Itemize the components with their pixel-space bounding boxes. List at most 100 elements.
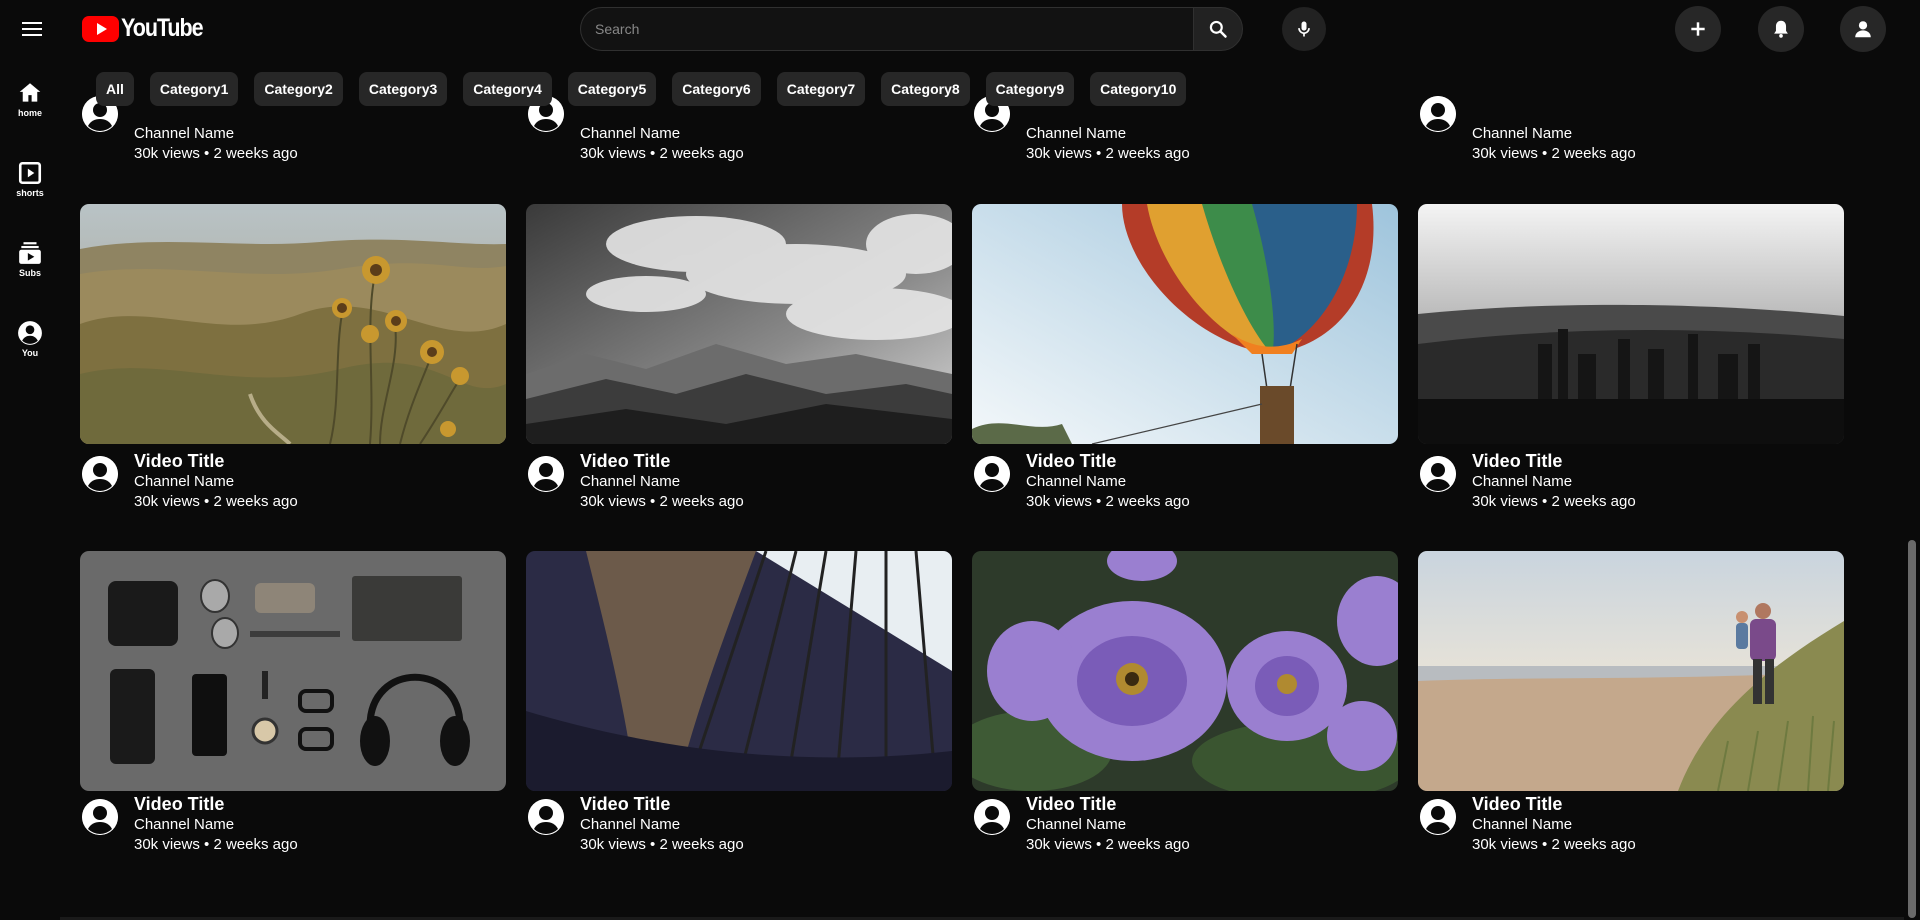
- video-thumbnail-mountain-thistle[interactable]: [80, 204, 506, 444]
- channel-name[interactable]: Channel Name: [1472, 815, 1636, 835]
- subscriptions-icon: [19, 242, 41, 264]
- account-icon: [1420, 96, 1456, 132]
- video-card[interactable]: Video Title Channel Name 30k views • 2 w…: [80, 551, 506, 853]
- chip-category5[interactable]: Category5: [567, 72, 657, 106]
- thumbnail-image: [526, 204, 952, 444]
- menu-button[interactable]: [17, 16, 47, 42]
- video-title[interactable]: Video Title: [134, 793, 298, 815]
- search-bar: [580, 7, 1243, 51]
- search-icon: [1209, 20, 1227, 38]
- thumbnail-image: [1418, 204, 1844, 444]
- chip-category8[interactable]: Category8: [881, 72, 970, 106]
- bell-icon: [1774, 20, 1788, 38]
- video-card[interactable]: Video Title Channel Name 30k views • 2 w…: [972, 204, 1398, 510]
- video-thumbnail-hot-air-balloon[interactable]: [972, 204, 1398, 444]
- video-card[interactable]: Video Title Channel Name 30k views • 2 w…: [526, 204, 952, 510]
- video-title[interactable]: Video Title: [1026, 793, 1190, 815]
- channel-name[interactable]: Channel Name: [1472, 472, 1636, 492]
- channel-name[interactable]: Channel Name: [1026, 815, 1190, 835]
- create-button[interactable]: [1675, 6, 1721, 52]
- video-stats: 30k views • 2 weeks ago: [1472, 493, 1636, 510]
- video-title[interactable]: Video Title: [1472, 450, 1636, 472]
- search-button[interactable]: [1193, 7, 1243, 51]
- video-title[interactable]: Video Title: [1026, 450, 1190, 472]
- user-icon: [1855, 21, 1871, 38]
- video-card[interactable]: Video Title Channel Name 30k views • 2 w…: [80, 204, 506, 510]
- thumbnail-image: [80, 204, 506, 444]
- account-icon: [18, 321, 42, 345]
- channel-name[interactable]: Channel Name: [1026, 124, 1190, 144]
- channel-avatar[interactable]: [528, 456, 564, 492]
- logo-text: YouTube: [121, 14, 204, 42]
- channel-avatar[interactable]: [1420, 456, 1456, 492]
- channel-name[interactable]: Channel Name: [580, 815, 744, 835]
- video-thumbnail-petunias[interactable]: [972, 551, 1398, 791]
- sidebar-item-home[interactable]: home: [5, 80, 55, 144]
- chip-category1[interactable]: Category1: [149, 72, 239, 106]
- channel-avatar[interactable]: [1420, 96, 1456, 132]
- sidebar: home shorts Subs You: [0, 56, 60, 920]
- sidebar-item-you[interactable]: You: [5, 320, 55, 384]
- sidebar-item-label: You: [21, 348, 39, 358]
- search-input[interactable]: [580, 7, 1193, 51]
- chip-all[interactable]: All: [96, 72, 134, 106]
- video-stats: 30k views • 2 weeks ago: [134, 493, 298, 510]
- youtube-play-icon: [82, 15, 119, 42]
- channel-name[interactable]: Channel Name: [134, 815, 298, 835]
- channel-avatar[interactable]: [1420, 799, 1456, 835]
- video-thumbnail-bw-mountains[interactable]: [526, 204, 952, 444]
- notifications-button[interactable]: [1758, 6, 1804, 52]
- chip-category6[interactable]: Category6: [672, 72, 761, 106]
- channel-name[interactable]: Channel Name: [1026, 472, 1190, 492]
- channel-name[interactable]: Channel Name: [134, 124, 298, 144]
- video-stats: 30k views • 2 weeks ago: [580, 493, 744, 510]
- video-card[interactable]: Video Title Channel Name 30k views • 2 w…: [972, 551, 1398, 853]
- video-card[interactable]: Video Title Channel Name 30k views • 2 w…: [1418, 204, 1844, 510]
- video-title[interactable]: Video Title: [580, 450, 744, 472]
- channel-name[interactable]: Channel Name: [134, 472, 298, 492]
- video-thumbnail-beach[interactable]: [1418, 551, 1844, 791]
- account-icon: [974, 456, 1010, 492]
- voice-search-button[interactable]: [1282, 7, 1326, 51]
- channel-avatar[interactable]: [974, 456, 1010, 492]
- channel-avatar[interactable]: [82, 456, 118, 492]
- video-stats: 30k views • 2 weeks ago: [1026, 145, 1190, 162]
- sidebar-item-shorts[interactable]: shorts: [5, 160, 55, 224]
- channel-name[interactable]: Channel Name: [1472, 124, 1636, 144]
- video-thumbnail-library[interactable]: [526, 551, 952, 791]
- video-card[interactable]: Video Title Channel Name 30k views • 2 w…: [1418, 551, 1844, 853]
- channel-avatar[interactable]: [82, 799, 118, 835]
- home-icon: [19, 83, 41, 102]
- microphone-icon: [1298, 21, 1310, 37]
- video-title[interactable]: Video Title: [134, 450, 298, 472]
- chip-category2[interactable]: Category2: [254, 72, 343, 106]
- video-stats: 30k views • 2 weeks ago: [134, 836, 298, 853]
- plus-icon: [1691, 22, 1705, 36]
- thumbnail-image: [80, 551, 506, 791]
- chip-category4[interactable]: Category4: [463, 72, 552, 106]
- chip-category3[interactable]: Category3: [358, 72, 448, 106]
- video-stats: 30k views • 2 weeks ago: [134, 145, 298, 162]
- account-button[interactable]: [1840, 6, 1886, 52]
- video-title[interactable]: Video Title: [580, 793, 744, 815]
- account-icon: [528, 456, 564, 492]
- page-scrollbar[interactable]: [1904, 0, 1920, 920]
- account-icon: [974, 799, 1010, 835]
- video-title[interactable]: Video Title: [1472, 793, 1636, 815]
- video-thumbnail-flatlay[interactable]: [80, 551, 506, 791]
- scrollbar-thumb[interactable]: [1908, 540, 1916, 918]
- youtube-logo[interactable]: YouTube: [82, 14, 216, 43]
- video-card[interactable]: Video Title Channel Name 30k views • 2 w…: [526, 551, 952, 853]
- shorts-icon: [18, 161, 42, 185]
- channel-avatar[interactable]: [528, 799, 564, 835]
- chip-category10[interactable]: Category10: [1090, 72, 1187, 106]
- chip-category9[interactable]: Category9: [985, 72, 1075, 106]
- channel-name[interactable]: Channel Name: [580, 124, 744, 144]
- video-thumbnail-bw-city[interactable]: [1418, 204, 1844, 444]
- thumbnail-image: [526, 551, 952, 791]
- channel-avatar[interactable]: [974, 799, 1010, 835]
- sidebar-item-subscriptions[interactable]: Subs: [5, 240, 55, 304]
- chip-category7[interactable]: Category7: [776, 72, 866, 106]
- sidebar-item-label: shorts: [16, 188, 44, 198]
- channel-name[interactable]: Channel Name: [580, 472, 744, 492]
